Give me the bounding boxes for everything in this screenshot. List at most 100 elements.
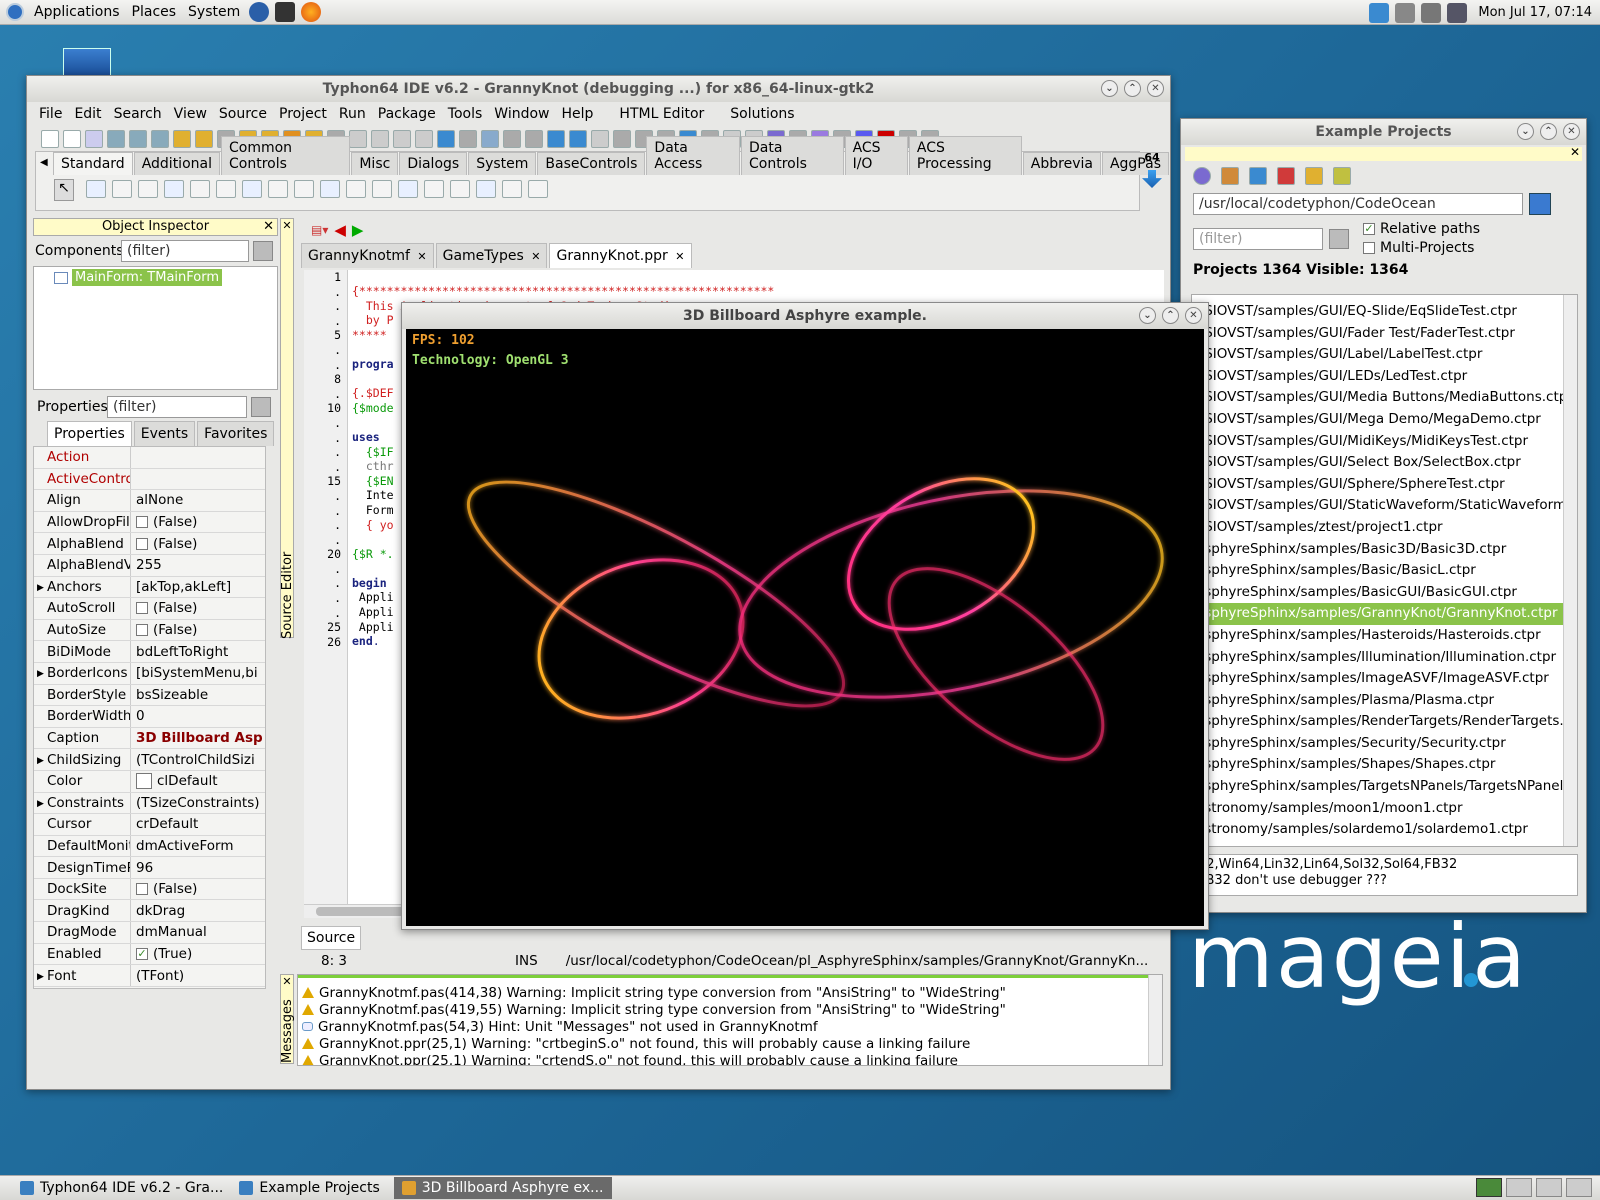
project-list-item[interactable]: AsphyreSphinx/samples/Hasteroids/Hastero… (1192, 625, 1577, 647)
project-list-item[interactable]: AsphyreSphinx/samples/Illumination/Illum… (1192, 647, 1577, 669)
toolbar-action-icon[interactable] (107, 130, 125, 148)
project-list-item[interactable]: ASIOVST/samples/GUI/MidiKeys/MidiKeysTes… (1192, 431, 1577, 453)
property-row[interactable]: ▶ Anchors [akTop,akLeft] (34, 576, 265, 599)
property-value[interactable]: crDefault (130, 814, 265, 835)
property-value[interactable]: [biSystemMenu,bi (130, 662, 265, 684)
property-row[interactable]: Caption 3D Billboard Asp (34, 727, 265, 750)
mageia-menu-icon[interactable] (6, 3, 24, 21)
palette-component-icon[interactable] (268, 180, 288, 198)
toolbar-action-icon[interactable] (195, 130, 213, 148)
places-menu[interactable]: Places (126, 4, 183, 20)
palette-tab-system[interactable]: System (468, 152, 537, 175)
project-list-item[interactable]: ASIOVST/samples/ztest/project1.ctpr (1192, 517, 1577, 539)
palette-component-icon[interactable] (216, 180, 236, 198)
menu-view[interactable]: View (168, 106, 213, 122)
toolbar-action-icon[interactable] (503, 130, 521, 148)
checkbox[interactable] (136, 624, 148, 637)
close-icon[interactable]: ✕ (281, 975, 293, 988)
tab-events[interactable]: Events (133, 421, 196, 446)
menu-edit[interactable]: Edit (68, 106, 107, 122)
checkbox[interactable] (136, 537, 148, 550)
menu-solutions[interactable]: Solutions (724, 106, 800, 122)
palette-component-icon[interactable] (476, 180, 496, 198)
properties-filter-input[interactable]: (filter) (107, 396, 247, 418)
display-icon[interactable] (1447, 2, 1468, 23)
ide-titlebar[interactable]: Typhon64 IDE v6.2 - GrannyKnot (debuggin… (27, 76, 1170, 102)
project-list-item[interactable]: ASIOVST/samples/GUI/Media Buttons/MediaB… (1192, 387, 1577, 409)
toolbar-action-icon[interactable] (569, 130, 587, 148)
property-row[interactable]: ▶ ChildSizing (TControlChildSizi (34, 749, 265, 771)
editor-tab[interactable]: GrannyKnot.ppr ✕ (549, 243, 692, 268)
examples-titlebar[interactable]: Example Projects ⌄ ⌃ ✕ (1181, 119, 1586, 145)
palette-component-icon[interactable] (502, 180, 522, 198)
tab-source[interactable]: Source (301, 926, 362, 950)
palette-tab-data-access[interactable]: Data Access (646, 136, 740, 175)
project-list-item[interactable]: ASIOVST/samples/GUI/StaticWaveform/Stati… (1192, 495, 1577, 517)
menu-tools[interactable]: Tools (442, 106, 489, 122)
tree-icon[interactable] (1249, 167, 1267, 185)
property-value[interactable]: (False) (130, 511, 265, 533)
palette-tab-data-controls[interactable]: Data Controls (741, 136, 844, 175)
checkbox[interactable] (136, 516, 148, 529)
editor-tab[interactable]: GameTypes ✕ (435, 243, 548, 268)
palette-component-icon[interactable] (112, 180, 132, 198)
palette-tab-additional[interactable]: Additional (133, 152, 220, 175)
volume-icon[interactable] (1421, 2, 1442, 23)
property-row[interactable]: ▶ Constraints (TSizeConstraints) (34, 792, 265, 815)
project-list-item[interactable]: ASIOVST/samples/GUI/LEDs/LedTest.ctpr (1192, 366, 1577, 388)
property-row[interactable]: AlphaBlendVal255 (34, 554, 265, 577)
expand-icon[interactable]: ▶ (37, 799, 44, 809)
palette-component-icon[interactable] (242, 180, 262, 198)
property-row[interactable]: BorderStyle bsSizeable (34, 684, 265, 707)
refresh-icon[interactable] (1193, 167, 1211, 185)
property-value[interactable] (130, 447, 265, 468)
property-row[interactable]: DefaultMonitordmActiveForm (34, 835, 265, 858)
property-value[interactable]: (TControlChildSizi (130, 749, 265, 770)
filter-icon[interactable] (1329, 228, 1349, 249)
menu-package[interactable]: Package (372, 106, 442, 122)
filter-icon[interactable] (253, 241, 273, 261)
palette-tab-common-controls[interactable]: Common Controls (220, 136, 351, 175)
close-icon[interactable]: ✕ (1147, 80, 1164, 97)
palette-tab-abbrevia[interactable]: Abbrevia (1022, 152, 1101, 175)
property-row[interactable]: AutoScroll (False) (34, 598, 265, 620)
property-value[interactable]: (False) (130, 619, 265, 641)
relative-paths-checkbox[interactable]: ✓ Relative paths (1363, 221, 1480, 237)
property-value[interactable]: 3D Billboard Asp (130, 727, 265, 749)
property-row[interactable]: ▶ BorderIcons [biSystemMenu,bi (34, 662, 265, 685)
system-menu[interactable]: System (182, 4, 246, 20)
property-value[interactable]: clDefault (130, 770, 265, 792)
browse-folder-icon[interactable] (1529, 193, 1551, 215)
message-line[interactable]: GrannyKnotmf.pas(54,3) Hint: Unit "Messa… (298, 1018, 1162, 1035)
toolbar-action-icon[interactable] (173, 130, 191, 148)
palette-component-icon[interactable] (346, 180, 366, 198)
menu-html-editor[interactable]: HTML Editor (613, 106, 710, 122)
project-list-item[interactable]: ASIOVST/samples/GUI/EQ-Slide/EqSlideTest… (1192, 301, 1577, 323)
project-list-item[interactable]: AsphyreSphinx/samples/Basic/BasicL.ctpr (1192, 560, 1577, 582)
palette-tab-acs-i-o[interactable]: ACS I/O (844, 136, 908, 175)
property-row[interactable]: ▶ Font (TFont) (34, 965, 265, 987)
applications-menu[interactable]: Applications (28, 4, 126, 20)
tree-item-mainform[interactable]: MainForm: TMainForm (72, 269, 223, 286)
path-input[interactable]: /usr/local/codetyphon/CodeOcean (1193, 193, 1523, 215)
delete-icon[interactable] (1277, 167, 1295, 185)
toolbar-action-icon[interactable] (591, 130, 609, 148)
project-list-item[interactable]: AsphyreSphinx/samples/Shapes/Shapes.ctpr (1192, 754, 1577, 776)
palette-component-icon[interactable] (372, 180, 392, 198)
palette-component-icon[interactable] (398, 180, 418, 198)
checkbox[interactable] (136, 602, 148, 615)
palette-component-icon[interactable] (528, 180, 548, 198)
billboard-titlebar[interactable]: 3D Billboard Asphyre example. ⌄ ⌃ ✕ (402, 303, 1208, 329)
property-value[interactable]: 96 (130, 857, 265, 878)
project-list-item[interactable]: ASIOVST/samples/GUI/Fader Test/FaderTest… (1192, 323, 1577, 345)
property-row[interactable]: AlphaBlend (False) (34, 533, 265, 555)
project-list-item[interactable]: ASIOVST/samples/GUI/Label/LabelTest.ctpr (1192, 344, 1577, 366)
close-tab-icon[interactable]: ✕ (672, 250, 684, 263)
expand-icon[interactable]: ▶ (37, 669, 44, 679)
close-tab-icon[interactable]: ✕ (528, 250, 540, 263)
desktop-icon[interactable] (63, 48, 111, 76)
close-icon[interactable]: ✕ (281, 219, 293, 232)
project-list-item[interactable]: AsphyreSphinx/samples/ImageASVF/ImageASV… (1192, 668, 1577, 690)
project-list-item[interactable]: ASIOVST/samples/GUI/Mega Demo/MegaDemo.c… (1192, 409, 1577, 431)
tools-icon[interactable] (1395, 2, 1416, 23)
